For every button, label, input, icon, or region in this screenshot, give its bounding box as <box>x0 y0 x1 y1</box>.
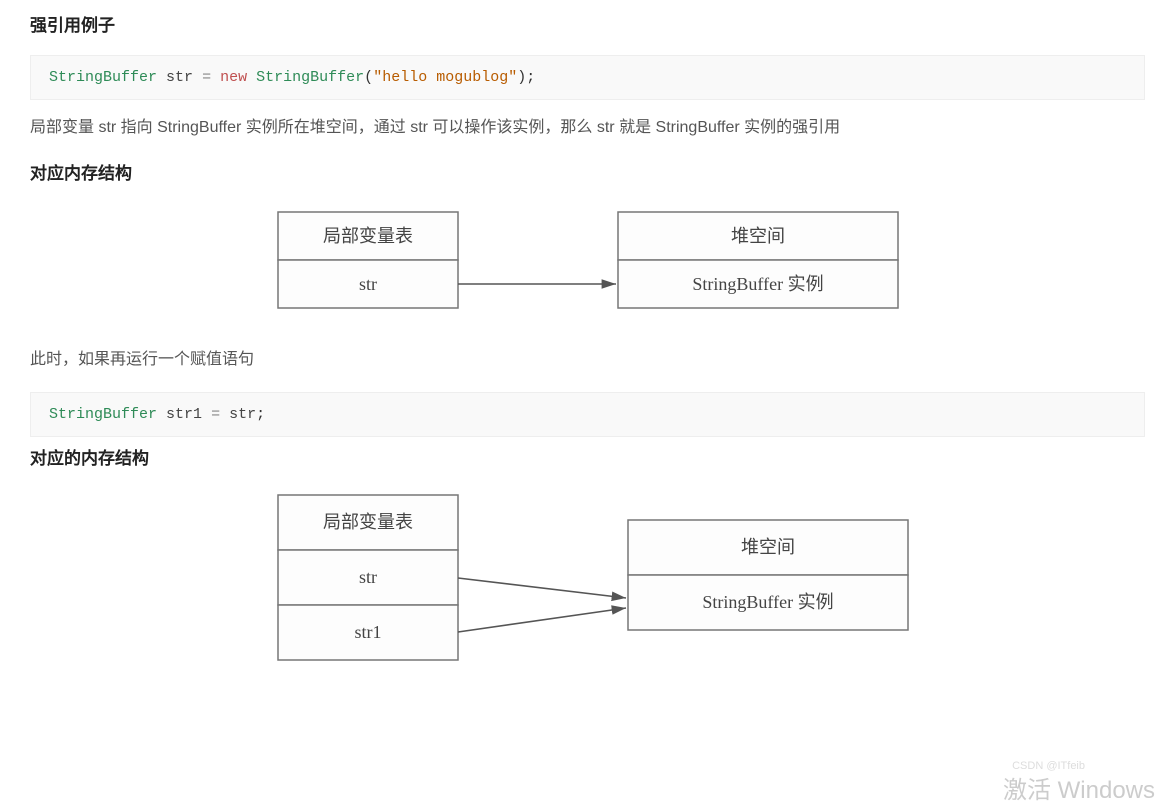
code-string: "hello mogublog" <box>373 69 517 86</box>
code-var: str <box>166 69 193 86</box>
code-var: str1 <box>166 406 202 423</box>
d2-left-row1: str <box>359 567 377 587</box>
code-type: StringBuffer <box>49 69 157 86</box>
diagram-1: 局部变量表 str 堆空间 StringBuffer 实例 <box>30 204 1145 324</box>
code-paren: ) <box>517 69 526 86</box>
d2-left-row2: str1 <box>354 622 381 642</box>
d2-right-header: 堆空间 <box>741 537 795 557</box>
arrow-icon <box>458 578 626 598</box>
code-semi: ; <box>256 406 265 423</box>
heading-memory-structure-1: 对应内存结构 <box>30 160 1145 189</box>
d2-left-header: 局部变量表 <box>323 512 413 532</box>
code-type2: StringBuffer <box>256 69 364 86</box>
code-block-2: StringBuffer str1 = str; <box>30 392 1145 438</box>
d2-right-row: StringBuffer 实例 <box>702 592 833 612</box>
code-eq: = <box>211 406 220 423</box>
paragraph-1: 局部变量 str 指向 StringBuffer 实例所在堆空间，通过 str … <box>30 114 1145 141</box>
diagram-2: 局部变量表 str str1 堆空间 StringBuffer 实例 <box>30 490 1145 675</box>
code-paren: ( <box>364 69 373 86</box>
code-var2: str <box>229 406 256 423</box>
code-keyword: new <box>220 69 247 86</box>
d1-right-row: StringBuffer 实例 <box>692 274 823 294</box>
heading-strong-ref-example: 强引用例子 <box>30 12 1145 41</box>
csdn-watermark: CSDN @ITfeib <box>1012 757 1085 776</box>
heading-memory-structure-2: 对应的内存结构 <box>30 445 1145 474</box>
d1-right-header: 堆空间 <box>731 226 785 246</box>
arrow-icon <box>458 608 626 632</box>
code-type: StringBuffer <box>49 406 157 423</box>
paragraph-2: 此时，如果再运行一个赋值语句 <box>30 346 1145 373</box>
code-semi: ; <box>526 69 535 86</box>
code-block-1: StringBuffer str = new StringBuffer("hel… <box>30 55 1145 101</box>
d1-left-row: str <box>359 274 377 294</box>
windows-watermark: 激活 Windows <box>1003 771 1155 808</box>
d1-left-header: 局部变量表 <box>323 226 413 246</box>
code-eq: = <box>202 69 211 86</box>
